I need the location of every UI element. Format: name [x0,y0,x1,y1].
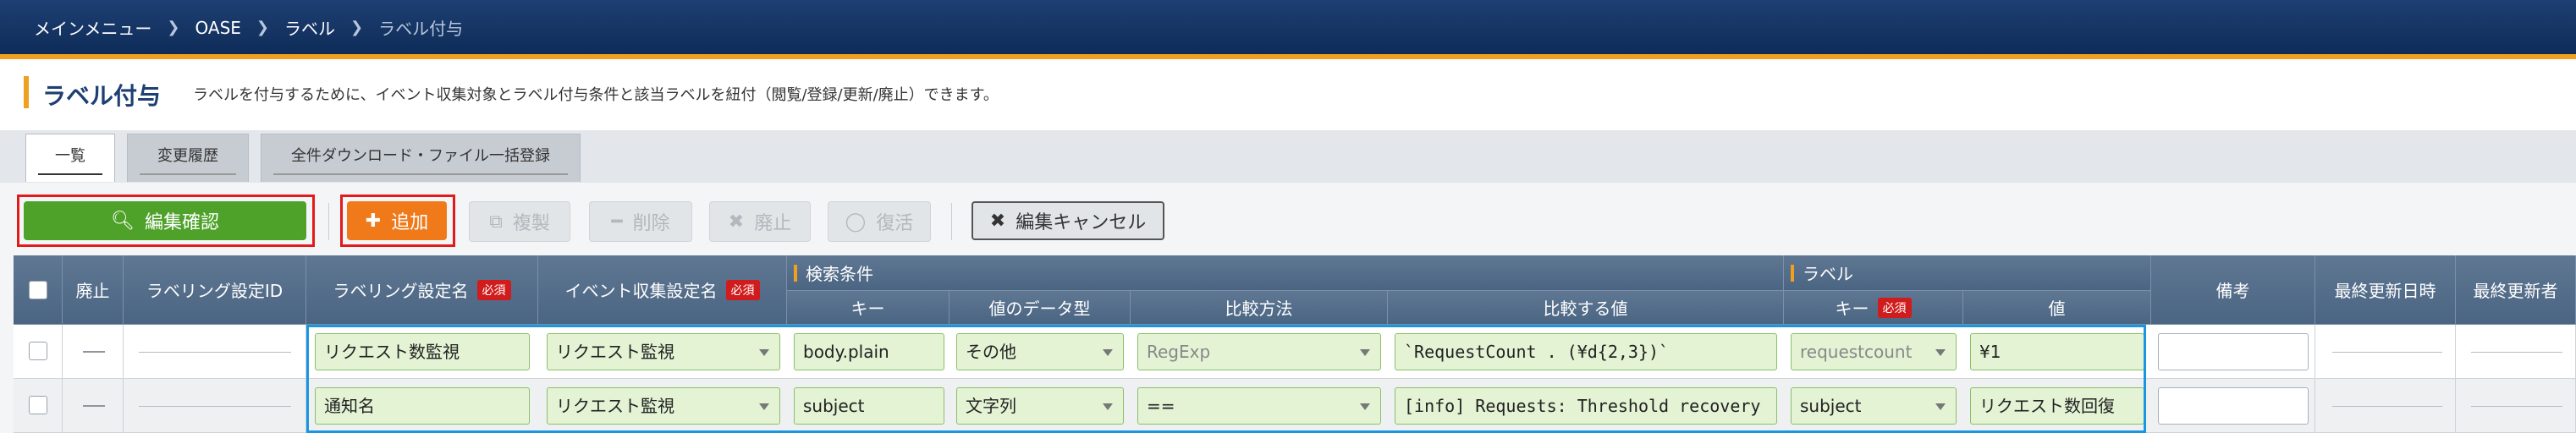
required-badge: 必須 [725,279,760,300]
tab-bulk-download[interactable]: 全件ダウンロード・ファイル一括登録 [261,134,581,182]
header-id[interactable]: ラベリング設定ID [124,255,306,325]
header-event-label: イベント収集設定名 [564,281,718,301]
close-icon: ✖ [728,211,745,233]
grid-col [124,325,306,433]
discard-label: 廃止 [754,213,792,234]
header-search-group: 検索条件 [787,255,1784,291]
cancel-edit-label: 編集キャンセル [1016,212,1147,233]
header-discard[interactable]: 廃止 [63,255,124,325]
tab-list-label: 一覧 [55,147,85,165]
discard-dash [83,351,105,353]
copy-icon: ⧉ [489,211,503,233]
header-search-group-label: 検索条件 [806,264,873,284]
title-accent-mark [24,76,29,108]
empty-updated-at [2332,352,2442,353]
minus-icon: ━ [611,211,623,233]
breadcrumb-current: ラベル付与 [378,19,464,39]
breadcrumb-oase[interactable]: OASE [195,18,241,38]
header-label-key[interactable]: キー 必須 [1784,291,1963,325]
remarks-input[interactable] [2158,333,2309,370]
restore-button[interactable]: ◯ 復活 [828,201,931,242]
header-label-key-label: キー [1835,299,1869,319]
header-method[interactable]: 比較方法 [1131,291,1388,325]
empty-id [139,352,291,353]
page-description: ラベルを付与するために、イベント収集対象とラベル付与条件と該当ラベルを紐付（閲覧… [193,86,999,104]
add-button[interactable]: ✚ 追加 [347,201,447,240]
chevron-right-icon: ❯ [167,19,180,36]
grid-col [63,325,124,433]
restore-label: 復活 [876,213,914,234]
required-badge: 必須 [476,279,511,300]
header-name[interactable]: ラベリング設定名 必須 [306,255,538,325]
divider [951,203,952,240]
breadcrumb-main-menu[interactable]: メインメニュー [34,15,151,40]
plus-icon: ✚ [365,210,382,232]
page-title: ラベル付与 [42,82,162,110]
empty-updated-by [2471,352,2562,353]
row-checkbox[interactable] [29,342,47,360]
required-badge: 必須 [1877,297,1912,318]
header-dtype[interactable]: 値のデータ型 [949,291,1131,325]
top-header-bar: メインメニュー ❯ OASE ❯ ラベル ❯ ラベル付与 [0,0,2576,59]
header-updated-by[interactable]: 最終更新者 [2456,255,2576,325]
divider [328,203,329,240]
empty-updated-by [2471,406,2562,407]
chevron-right-icon: ❯ [350,19,364,36]
highlight-box [306,325,2146,433]
edit-confirm-label: 編集確認 [144,212,219,233]
group-accent-mark [794,264,797,282]
tab-history-label: 変更履歴 [157,147,218,165]
page-title-bar: ラベル付与 ラベルを付与するために、イベント収集対象とラベル付与条件と該当ラベル… [0,59,2576,131]
tab-history[interactable]: 変更履歴 [127,134,249,182]
delete-button[interactable]: ━ 削除 [589,201,692,242]
group-accent-mark [1791,264,1794,282]
header-label-group-label: ラベル [1803,264,1853,284]
header-name-label: ラベリング設定名 [333,281,469,301]
grid-col [2315,325,2456,433]
circle-icon: ◯ [845,211,867,233]
chevron-right-icon: ❯ [256,19,269,36]
header-compare-value[interactable]: 比較する値 [1388,291,1784,325]
discard-dash [83,405,105,407]
duplicate-label: 複製 [512,213,550,234]
close-icon: ✖ [989,210,1006,232]
edit-confirm-button[interactable]: 🔍︎ 編集確認 [24,201,306,240]
header-key[interactable]: キー [787,291,949,325]
tab-list[interactable]: 一覧 [25,134,115,182]
cancel-edit-button[interactable]: ✖ 編集キャンセル [972,201,1164,240]
select-all-checkbox[interactable] [28,280,47,299]
row-checkbox[interactable] [29,396,47,414]
duplicate-button[interactable]: ⧉ 複製 [469,201,570,242]
empty-updated-at [2332,406,2442,407]
breadcrumb: メインメニュー ❯ OASE ❯ ラベル ❯ ラベル付与 [34,15,463,40]
header-label-value[interactable]: 値 [1963,291,2151,325]
header-select-all [14,255,63,325]
breadcrumb-label[interactable]: ラベル [284,15,335,40]
header-event[interactable]: イベント収集設定名 必須 [538,255,787,325]
remarks-input[interactable] [2158,387,2309,425]
header-remarks[interactable]: 備考 [2151,255,2315,325]
tab-bulk-download-label: 全件ダウンロード・ファイル一括登録 [291,147,550,165]
document-search-icon: 🔍︎ [111,210,135,232]
delete-label: 削除 [632,213,670,234]
add-label: 追加 [391,212,429,233]
discard-button[interactable]: ✖ 廃止 [709,201,811,242]
tab-bar: 一覧 変更履歴 全件ダウンロード・ファイル一括登録 [0,130,2576,183]
empty-id [139,406,291,407]
header-label-group: ラベル [1784,255,2151,291]
header-updated-at[interactable]: 最終更新日時 [2315,255,2456,325]
